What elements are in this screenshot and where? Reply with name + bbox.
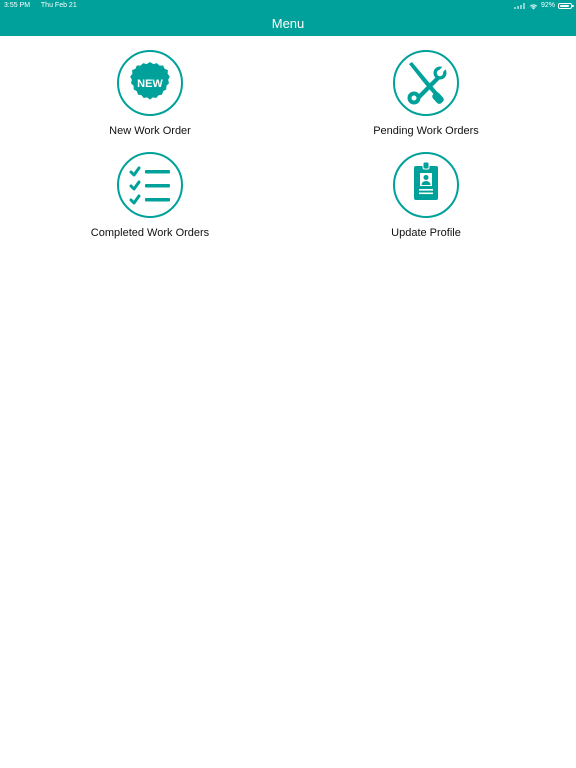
battery-percent: 92% <box>540 2 555 9</box>
tools-icon <box>393 50 459 116</box>
status-left: 3:55 PM Thu Feb 21 <box>4 0 86 12</box>
pending-work-orders-button[interactable]: Pending Work Orders <box>326 50 526 138</box>
battery-icon <box>558 3 574 9</box>
update-profile-label: Update Profile <box>391 227 461 239</box>
signal-icon <box>513 3 526 9</box>
new-badge-text: NEW <box>137 78 163 90</box>
status-right: 92% <box>511 0 574 12</box>
battery-level <box>560 5 570 7</box>
completed-work-orders-button[interactable]: Completed Work Orders <box>50 152 250 240</box>
new-work-order-label: New Work Order <box>109 125 191 137</box>
pending-work-orders-label: Pending Work Orders <box>373 125 479 137</box>
completed-work-orders-label: Completed Work Orders <box>90 227 210 239</box>
status-time: 3:55 PM <box>4 2 31 9</box>
new-work-order-button[interactable]: NEW New Work Order <box>50 50 250 138</box>
wifi-icon <box>529 3 538 9</box>
status-date: Thu Feb 21 <box>40 2 77 9</box>
navigation-bar: 3:55 PM Thu Feb 21 92% Menu <box>0 0 576 36</box>
update-profile-button[interactable]: Update Profile <box>326 152 526 240</box>
checklist-icon <box>117 152 183 218</box>
new-badge-icon: NEW <box>117 50 183 116</box>
page-title: Menu <box>271 16 305 31</box>
status-bar: 3:55 PM Thu Feb 21 92% <box>0 0 576 12</box>
id-badge-icon <box>393 152 459 218</box>
